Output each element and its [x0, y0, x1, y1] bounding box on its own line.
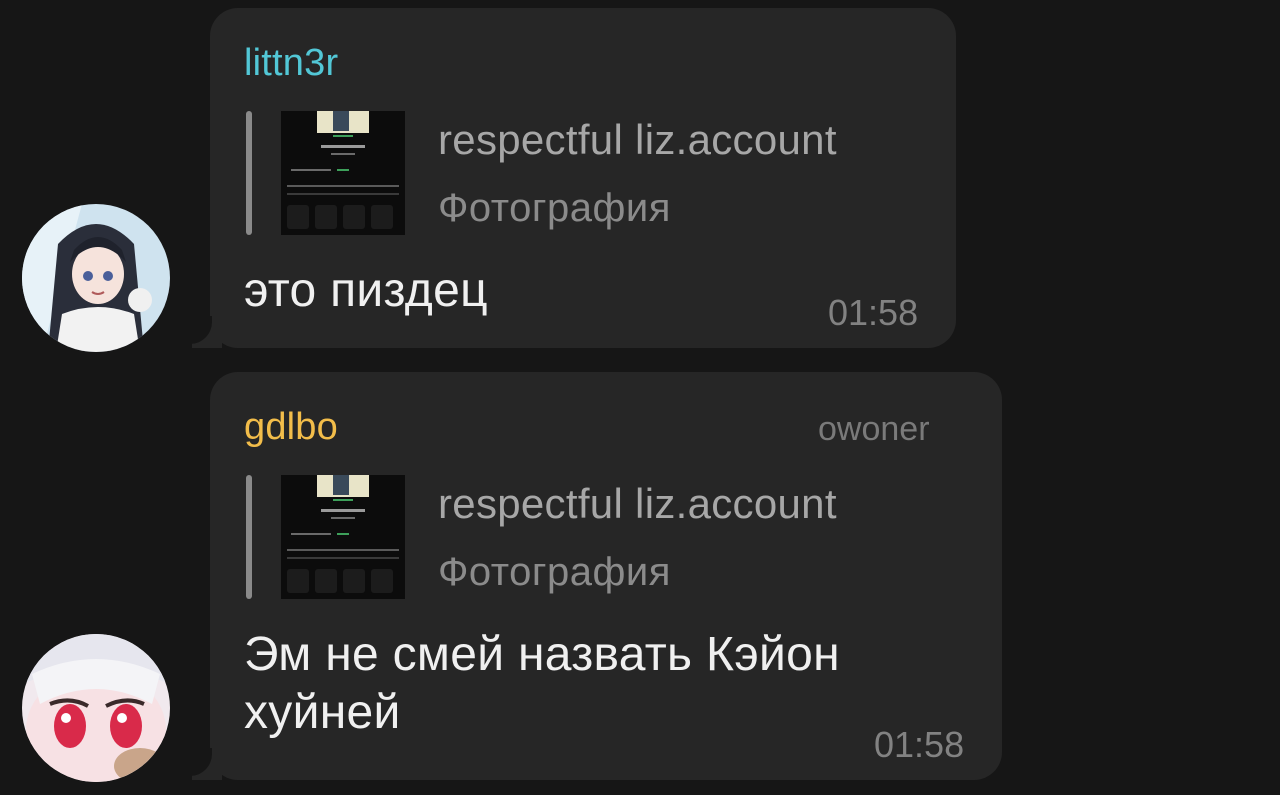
reply-author: respectful liz.account: [438, 480, 837, 527]
reply-type: Фотография: [438, 186, 671, 230]
message-text: это пиздец: [244, 264, 488, 317]
avatar-image: [22, 204, 170, 352]
member-role: owoner: [818, 410, 930, 448]
message-time: 01:58: [828, 292, 919, 333]
reply-thumbnail: [281, 475, 405, 599]
reply-author: respectful liz.account: [438, 116, 837, 163]
message-time: 01:58: [874, 724, 965, 765]
avatar-littn3r[interactable]: [22, 204, 170, 352]
sender-name[interactable]: littn3r: [244, 42, 338, 85]
reply-bar: [246, 475, 252, 599]
reply-thumbnail: [281, 111, 405, 235]
bubble-tail: [190, 316, 222, 348]
avatar-gdlbo[interactable]: [22, 634, 170, 782]
reply-type: Фотография: [438, 550, 671, 594]
sender-name[interactable]: gdlbo: [244, 406, 338, 449]
bubble-tail: [190, 748, 222, 780]
avatar-image: [22, 634, 170, 782]
reply-bar: [246, 111, 252, 235]
message-text: Эм не смей назвать Кэйон хуйней: [244, 628, 840, 739]
